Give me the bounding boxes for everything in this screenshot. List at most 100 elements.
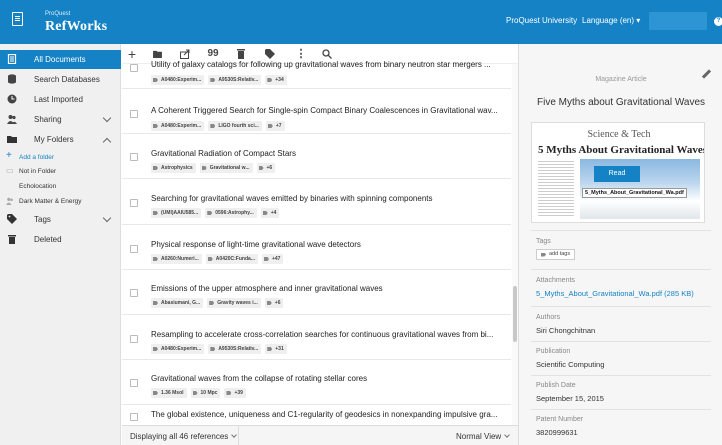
reference-title[interactable]: A Coherent Triggered Search for Single-s…	[151, 106, 507, 115]
tag-chip-more[interactable]: +7	[265, 121, 285, 131]
add-tags-button[interactable]: add tags	[536, 249, 576, 260]
tag-chip[interactable]: (UMI)AAIU585...	[151, 208, 202, 218]
table-row[interactable]: Emissions of the upper atmosphere and in…	[122, 271, 511, 315]
tag-list: 1.36 Msol 10 Mpc +39	[151, 388, 246, 398]
row-checkbox[interactable]	[130, 289, 138, 297]
tag-chip[interactable]: Astrophysics	[151, 163, 196, 173]
sidebar-item-all-documents[interactable]: All Documents	[0, 50, 121, 69]
tag-chip[interactable]: A9530S:Relativ...	[208, 75, 262, 85]
add-folder-link[interactable]: + Add a folder	[0, 150, 121, 164]
chevron-down-icon[interactable]	[102, 213, 112, 223]
cite-icon[interactable]: 99	[206, 47, 220, 61]
tag-chip[interactable]: A0480:Experim...	[151, 75, 205, 85]
reference-title[interactable]: Gravitational waves from the collapse of…	[151, 374, 507, 383]
tag-chip[interactable]: 10 Mpc	[190, 388, 221, 398]
chevron-up-icon[interactable]	[102, 137, 112, 147]
tag-chip[interactable]: Gravity waves i...	[207, 298, 261, 308]
document-icon[interactable]	[12, 12, 23, 26]
tag-chip-more[interactable]: +6	[264, 298, 284, 308]
view-mode-dropdown[interactable]: Normal View	[456, 432, 511, 441]
sidebar-item-sharing[interactable]: Sharing	[0, 110, 121, 129]
tag-chip[interactable]: A0260:Numeri...	[151, 254, 202, 264]
tag-chip-more[interactable]: +6	[256, 163, 276, 173]
table-row[interactable]: A Coherent Triggered Search for Single-s…	[122, 90, 511, 134]
help-icon[interactable]: ?	[714, 17, 722, 26]
attachments-label: Attachments	[536, 277, 575, 284]
tag-chip-more[interactable]: +31	[265, 344, 287, 354]
sidebar-item-deleted[interactable]: Deleted	[0, 230, 121, 249]
table-row[interactable]: Searching for gravitational waves emitte…	[122, 181, 511, 225]
tag-chip[interactable]: Gravitational w...	[199, 163, 253, 173]
folder-echolocation[interactable]: Echolocation	[0, 181, 121, 193]
tag-chip[interactable]: A0480:Experim...	[151, 344, 205, 354]
chevron-down-icon	[231, 432, 238, 438]
tag-chip[interactable]: Abasiumani, G...	[151, 298, 204, 308]
row-checkbox[interactable]	[130, 110, 138, 118]
tag-chip-more[interactable]: +39	[224, 388, 246, 398]
sidebar-item-search-databases[interactable]: Search Databases	[0, 70, 121, 89]
folder-dark-matter[interactable]: Dark Matter & Energy	[0, 196, 121, 208]
sidebar-item-my-folders[interactable]: My Folders	[0, 130, 121, 149]
university-link[interactable]: ProQuest University	[506, 16, 577, 25]
tags-label: Tags	[536, 238, 551, 245]
share-icon[interactable]	[180, 49, 190, 59]
tag-icon	[153, 166, 158, 170]
read-button[interactable]: Read	[594, 166, 640, 182]
folder-not-in-folder[interactable]: ▭ Not in Folder	[0, 166, 121, 178]
reference-type: Magazine Article	[595, 76, 647, 83]
row-checkbox[interactable]	[130, 413, 138, 421]
reference-title[interactable]: Gravitational Radiation of Compact Stars	[151, 149, 507, 158]
tag-icon	[207, 211, 213, 215]
attachment-link[interactable]: 5_Myths_About_Gravitational_Wa.pdf (285 …	[536, 289, 694, 298]
tag-chip[interactable]: LIGO fourth sci...	[208, 121, 262, 131]
reference-title[interactable]: Searching for gravitational waves emitte…	[151, 194, 507, 203]
tag-chip[interactable]: A0420C:Funda...	[205, 254, 258, 264]
tag-chip[interactable]: 1.36 Msol	[151, 388, 187, 398]
row-checkbox[interactable]	[130, 199, 138, 207]
add-icon[interactable]: +	[125, 47, 139, 61]
search-icon[interactable]	[322, 49, 332, 59]
tag-chip-more[interactable]: +47	[261, 254, 284, 264]
brand-refworks[interactable]: RefWorks	[45, 19, 107, 35]
table-row[interactable]: Physical response of light-time gravitat…	[122, 226, 511, 270]
tag-icon[interactable]	[265, 49, 275, 59]
folder-icon[interactable]	[153, 50, 162, 58]
chevron-down-icon	[504, 432, 511, 438]
scrollbar-thumb[interactable]	[513, 286, 517, 342]
table-row[interactable]: Gravitational Radiation of Compact Stars…	[122, 135, 511, 179]
sidebar-item-label: Search Databases	[34, 75, 100, 84]
pdf-preview-thumbnail[interactable]: Science & Tech 5 Myths About Gravitation…	[531, 122, 705, 223]
reference-count-dropdown[interactable]: Displaying all 46 references	[130, 432, 238, 441]
sidebar-item-label: Sharing	[34, 115, 62, 124]
language-dropdown[interactable]: Language (en) ▾	[582, 16, 640, 25]
reference-title[interactable]: The global existence, uniqueness and C1-…	[151, 410, 507, 419]
tag-chip[interactable]: A9530S:Relativ...	[208, 344, 262, 354]
tag-icon	[262, 211, 268, 215]
reference-title[interactable]: Resampling to accelerate cross-correlati…	[151, 330, 507, 339]
divider	[531, 306, 711, 307]
tag-chip[interactable]: A0480:Experim...	[151, 121, 205, 131]
reference-title[interactable]: Utility of galaxy catalogs for following…	[151, 60, 507, 69]
table-row[interactable]: Resampling to accelerate cross-correlati…	[122, 316, 511, 360]
reference-title[interactable]: Physical response of light-time gravitat…	[151, 240, 507, 249]
sidebar-item-tags[interactable]: Tags	[0, 210, 121, 229]
chevron-down-icon[interactable]	[102, 113, 112, 123]
table-row[interactable]: Utility of galaxy catalogs for following…	[122, 60, 511, 89]
trash-icon[interactable]	[237, 49, 245, 59]
tag-chip[interactable]: 0596:Astrophy...	[205, 208, 257, 218]
row-checkbox[interactable]	[130, 379, 138, 387]
tag-chip-more[interactable]: +4	[260, 208, 280, 218]
row-checkbox[interactable]	[130, 335, 138, 343]
top-search-box[interactable]	[649, 12, 707, 30]
sidebar-item-last-imported[interactable]: Last Imported	[0, 90, 121, 109]
row-checkbox[interactable]	[130, 245, 138, 253]
table-row[interactable]: The global existence, uniqueness and C1-…	[122, 406, 511, 425]
folder-outline-icon: ▭	[6, 166, 14, 175]
row-checkbox[interactable]	[130, 64, 138, 72]
reference-title[interactable]: Emissions of the upper atmosphere and in…	[151, 284, 507, 293]
row-checkbox[interactable]	[130, 153, 138, 161]
tag-chip-more[interactable]: +34	[265, 75, 287, 85]
tag-icon	[207, 257, 213, 261]
more-icon[interactable]: ⋮	[294, 47, 308, 61]
table-row[interactable]: Gravitational waves from the collapse of…	[122, 361, 511, 405]
